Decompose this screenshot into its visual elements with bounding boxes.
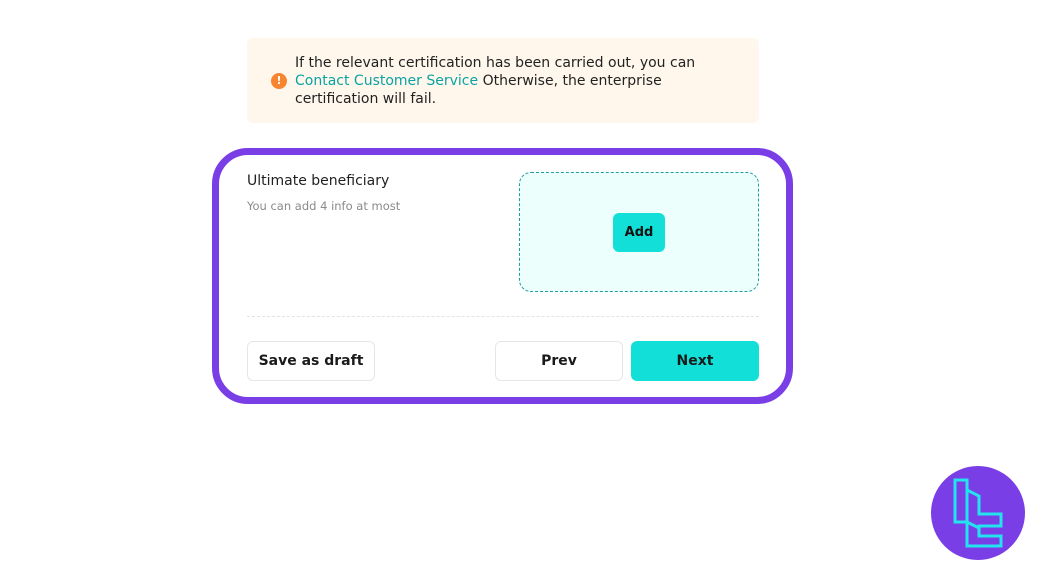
beneficiary-hint: You can add 4 info at most — [247, 199, 401, 213]
exclamation-icon: ! — [271, 73, 287, 89]
beneficiary-add-zone[interactable]: Add — [519, 172, 759, 292]
save-as-draft-button[interactable]: Save as draft — [247, 341, 375, 381]
brand-logo-icon — [931, 466, 1025, 560]
certification-notice: ! If the relevant certification has been… — [247, 38, 759, 123]
beneficiary-title: Ultimate beneficiary — [247, 173, 390, 189]
divider — [247, 316, 759, 317]
notice-line1: If the relevant certification has been c… — [295, 55, 696, 71]
brand-logo-svg — [953, 478, 1003, 548]
contact-customer-service-link[interactable]: Contact Customer Service — [295, 73, 478, 89]
page: ! If the relevant certification has been… — [0, 0, 1042, 575]
notice-text: If the relevant certification has been c… — [295, 54, 745, 108]
next-button[interactable]: Next — [631, 341, 759, 381]
add-button[interactable]: Add — [613, 213, 665, 252]
prev-button[interactable]: Prev — [495, 341, 623, 381]
